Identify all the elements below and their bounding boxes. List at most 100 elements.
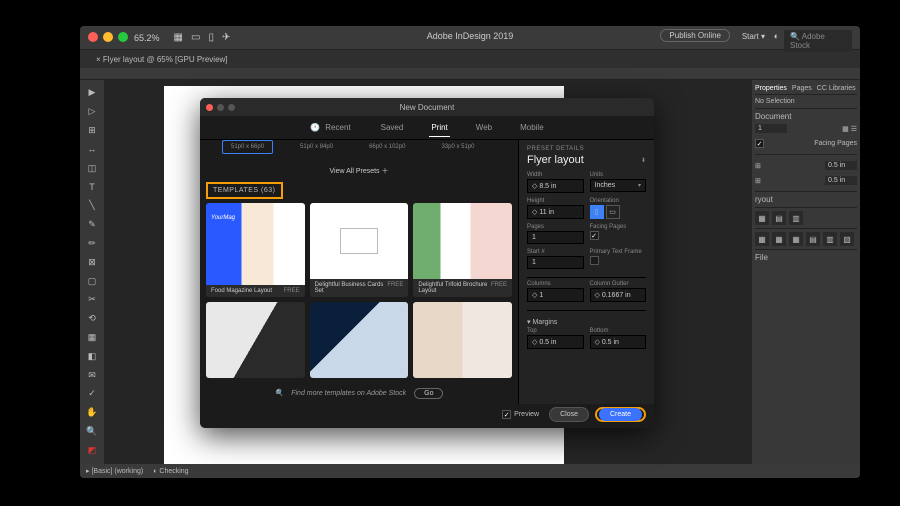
preset-name-input[interactable]: Flyer layout — [527, 154, 584, 166]
dialog-title: New Document — [400, 103, 455, 112]
panel-icon[interactable]: ▦ — [755, 211, 769, 225]
rectangle-tool[interactable]: ▢ — [80, 272, 104, 290]
status-layer[interactable]: ▸ [Basic] (working) — [86, 467, 143, 475]
help-icon[interactable]: ◐ — [774, 31, 779, 41]
margin-input[interactable]: 0.5 in — [825, 176, 857, 185]
orientation-portrait[interactable]: ▯ — [590, 205, 604, 219]
tab-mobile[interactable]: Mobile — [518, 119, 546, 136]
panel-icon[interactable]: ▥ — [789, 211, 803, 225]
preset-details-panel: PRESET DETAILS Flyer layout⬇ Width ◇ 8.5… — [518, 140, 654, 404]
tab-cc-libraries[interactable]: CC Libraries — [817, 85, 856, 92]
free-transform-tool[interactable]: ⟲ — [80, 310, 104, 328]
new-document-dialog: New Document 🕐 Recent Saved Print Web Mo… — [200, 98, 654, 428]
selection-label: No Selection — [755, 95, 857, 108]
orientation-landscape[interactable]: ▭ — [606, 205, 620, 219]
preset-option[interactable]: 33p0 x 51p0 — [432, 140, 483, 154]
panel-icon[interactable]: ▤ — [772, 211, 786, 225]
dialog-close-icon[interactable] — [206, 104, 213, 111]
margins-header[interactable]: ▾ Margins — [527, 318, 646, 326]
gap-tool[interactable]: ↔ — [80, 140, 104, 158]
width-input[interactable]: ◇ 8.5 in — [527, 179, 584, 193]
columns-input[interactable]: ◇ 1 — [527, 288, 584, 302]
tab-pages[interactable]: Pages — [792, 85, 812, 92]
close-window-icon[interactable] — [88, 32, 98, 42]
hand-tool[interactable]: ✋ — [80, 404, 104, 422]
template-card[interactable] — [206, 302, 305, 378]
content-collector-tool[interactable]: ◫ — [80, 159, 104, 177]
go-button[interactable]: Go — [414, 388, 443, 399]
view-icon[interactable]: ▭ — [191, 32, 200, 43]
panel-icon[interactable]: ▥ — [823, 232, 837, 246]
window-controls — [88, 32, 128, 42]
page-tool[interactable]: ⊞ — [80, 122, 104, 140]
units-select[interactable]: Inches▾ — [590, 179, 647, 192]
note-tool[interactable]: ✉ — [80, 366, 104, 384]
template-thumbnail — [206, 302, 305, 378]
dialog-min-icon — [217, 104, 224, 111]
create-button[interactable]: Create — [599, 408, 642, 421]
publish-online-button[interactable]: Publish Online — [660, 29, 730, 42]
view-all-presets-link[interactable]: View All Presets ＋ — [206, 164, 512, 178]
eyedropper-tool[interactable]: ✓ — [80, 385, 104, 403]
close-button[interactable]: Close — [549, 407, 589, 422]
template-card[interactable]: Food Magazine LayoutFREE — [206, 203, 305, 297]
save-preset-icon[interactable]: ⬇ — [641, 157, 646, 164]
primary-text-frame-checkbox[interactable] — [590, 256, 599, 265]
facing-pages-checkbox[interactable] — [590, 231, 599, 240]
preset-option[interactable]: 66p0 x 102p0 — [360, 140, 414, 154]
tab-saved[interactable]: Saved — [379, 119, 406, 136]
gradient-feather-tool[interactable]: ◧ — [80, 347, 104, 365]
tab-web[interactable]: Web — [474, 119, 494, 136]
margin-top-input[interactable]: ◇ 0.5 in — [527, 335, 584, 349]
scissors-tool[interactable]: ✂ — [80, 291, 104, 309]
pencil-tool[interactable]: ✏ — [80, 235, 104, 253]
arrange-icon[interactable]: ✈ — [222, 32, 230, 43]
preview-checkbox[interactable] — [502, 410, 511, 419]
selection-tool[interactable]: ▶ — [80, 84, 104, 102]
search-icon: 🔍 — [275, 389, 284, 397]
facing-pages-checkbox[interactable] — [755, 139, 764, 148]
view-icon[interactable]: ▯ — [208, 32, 214, 43]
rectangle-frame-tool[interactable]: ⊠ — [80, 253, 104, 271]
template-card[interactable]: Delightful Business Cards SetFREE — [310, 203, 409, 297]
panel-icon[interactable]: ▦ — [772, 232, 786, 246]
dialog-tabs: 🕐 Recent Saved Print Web Mobile — [200, 116, 654, 140]
start-number-input[interactable]: 1 — [527, 256, 584, 269]
zoom-level[interactable]: 65.2% — [134, 33, 160, 43]
zoom-tool[interactable]: 🔍 — [80, 423, 104, 441]
height-input[interactable]: ◇ 11 in — [527, 205, 584, 219]
preset-option[interactable]: 51p0 x 66p0 — [222, 140, 273, 154]
pages-input[interactable]: 1 — [527, 231, 584, 244]
tab-properties[interactable]: Properties — [755, 85, 787, 92]
panel-icon[interactable]: ▦ — [755, 232, 769, 246]
gradient-swatch-tool[interactable]: ▦ — [80, 329, 104, 347]
line-tool[interactable]: ╲ — [80, 197, 104, 215]
find-templates-input[interactable]: Find more templates on Adobe Stock — [291, 390, 406, 397]
panel-icon[interactable]: ▦ — [789, 232, 803, 246]
workspace-switcher[interactable]: Start ▾ — [742, 32, 765, 41]
tab-recent[interactable]: 🕐 Recent — [308, 115, 354, 140]
template-card[interactable] — [310, 302, 409, 378]
tab-print[interactable]: Print — [429, 119, 449, 137]
template-card[interactable]: Delightful Trifold Brochure LayoutFREE — [413, 203, 512, 297]
search-input[interactable]: 🔍 Adobe Stock — [784, 30, 852, 52]
minimize-window-icon[interactable] — [103, 32, 113, 42]
template-thumbnail — [413, 302, 512, 378]
view-icon[interactable]: ▦ — [174, 32, 183, 43]
document-tab[interactable]: × Flyer layout @ 65% [GPU Preview] — [88, 53, 236, 66]
preset-option[interactable]: 51p0 x 84p0 — [291, 140, 342, 154]
direct-selection-tool[interactable]: ▷ — [80, 103, 104, 121]
fill-stroke-swatch[interactable]: ◩ — [80, 441, 104, 459]
margin-input[interactable]: 0.5 in — [825, 161, 857, 170]
panel-icon[interactable]: ▧ — [840, 232, 854, 246]
templates-header: TEMPLATES (63) — [206, 182, 283, 199]
status-checking[interactable]: ◐ Checking — [153, 468, 188, 475]
pen-tool[interactable]: ✎ — [80, 216, 104, 234]
margin-bottom-input[interactable]: ◇ 0.5 in — [590, 335, 647, 349]
template-card[interactable] — [413, 302, 512, 378]
gutter-input[interactable]: ◇ 0.1667 in — [590, 288, 647, 302]
panel-icon[interactable]: ▤ — [806, 232, 820, 246]
maximize-window-icon[interactable] — [118, 32, 128, 42]
type-tool[interactable]: T — [80, 178, 104, 196]
page-count-input[interactable]: 1 — [755, 124, 787, 133]
